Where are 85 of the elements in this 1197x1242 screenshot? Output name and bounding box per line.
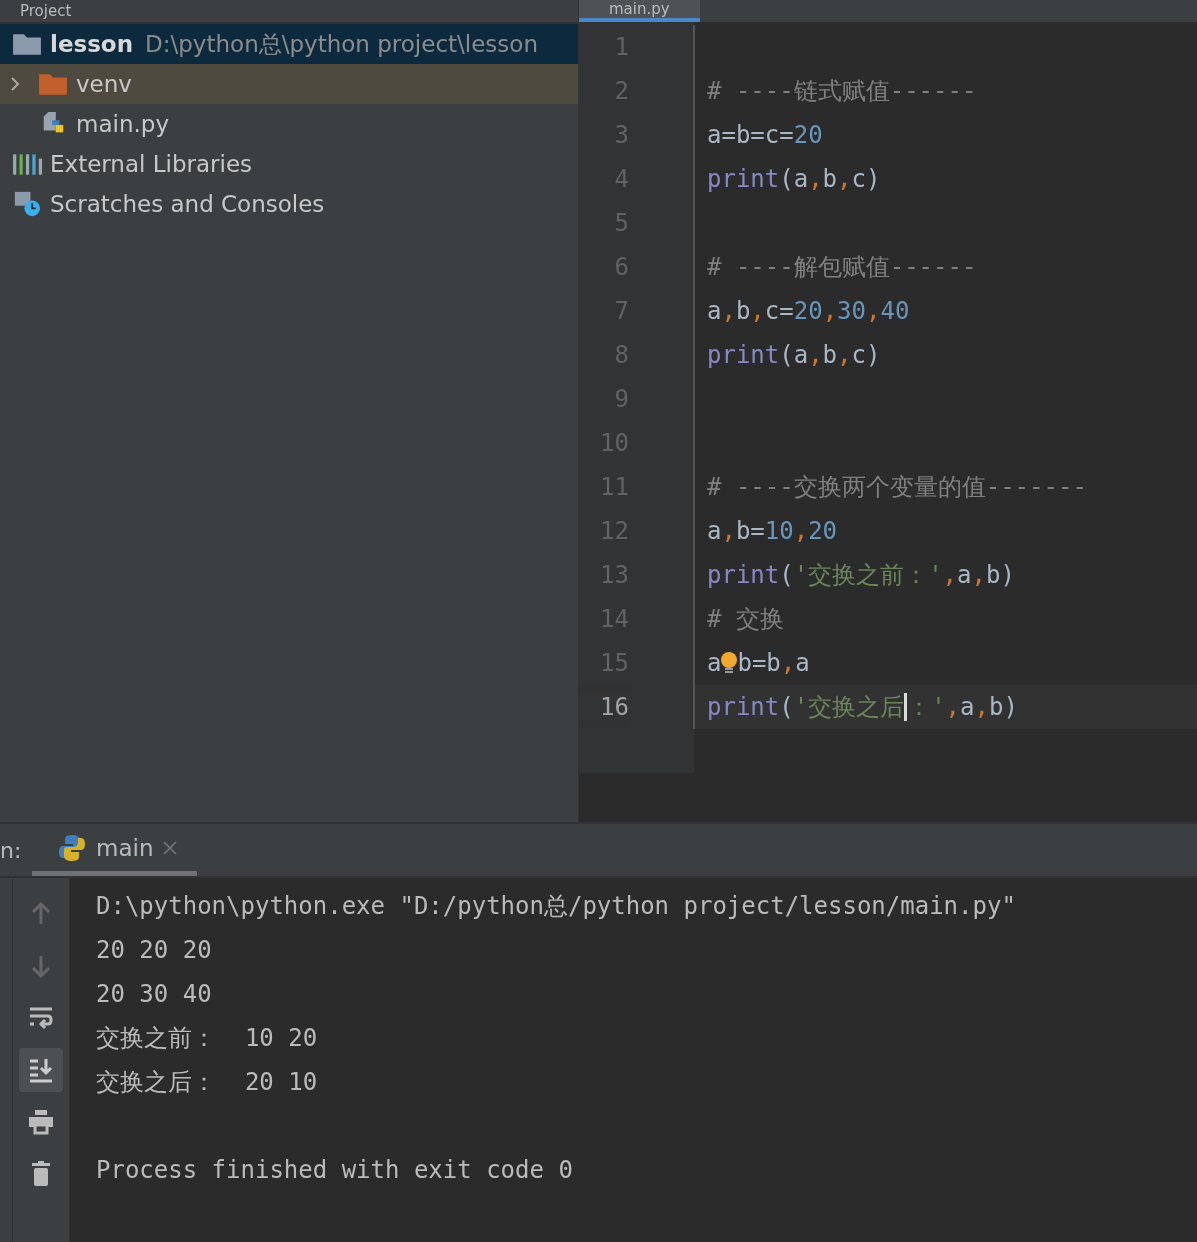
tree-item[interactable]: main.py [0, 104, 578, 144]
code-token: a [795, 649, 810, 677]
console-line: 20 30 40 [96, 980, 212, 1008]
code-token: 40 [880, 297, 910, 325]
python-icon [58, 833, 86, 862]
tree-item[interactable]: lesson D:\python总\python project\lesson [0, 24, 578, 64]
code-token: a=b=c= [707, 121, 794, 149]
console-line: 20 20 20 [96, 936, 212, 964]
tree-item[interactable]: External Libraries [0, 144, 578, 184]
bars-icon [12, 151, 42, 177]
code-token: print [707, 165, 780, 193]
code-token: 10 [764, 517, 794, 545]
code-token: ：' [907, 692, 946, 723]
code-token: , [793, 517, 809, 545]
code-token: # ----解包赋值------ [707, 252, 977, 283]
code-token: , [822, 297, 838, 325]
tab-label: main [96, 834, 154, 861]
code-token: , [942, 561, 958, 589]
item-name: main.py [76, 111, 169, 137]
file-tab[interactable]: main.py [579, 0, 700, 22]
tree-item[interactable]: Scratches and Consoles [0, 184, 578, 224]
code-token: a [957, 561, 972, 589]
code-token: 20 [793, 297, 823, 325]
code-token: a [707, 517, 722, 545]
scroll-to-end-icon [27, 1056, 55, 1084]
code-token: b [735, 297, 751, 325]
code-token: , [974, 693, 989, 721]
code-token: b [822, 165, 838, 193]
code-token: # 交换 [707, 604, 784, 635]
code-token: , [721, 517, 736, 545]
code-token: b= [735, 517, 765, 545]
code-token: a [707, 297, 722, 325]
code-token: # ----链式赋值------ [707, 76, 977, 107]
code-token: print [707, 341, 780, 369]
code-token: , [750, 297, 765, 325]
code-token: 20 [808, 517, 838, 545]
printer-icon [27, 1108, 55, 1136]
code-token: ( [779, 561, 794, 589]
code-token: (a [779, 341, 809, 369]
code-token: , [971, 561, 986, 589]
code-token: , [780, 649, 796, 677]
console-line: 交换之后： 20 10 [96, 1067, 318, 1098]
code-token: print [707, 693, 780, 721]
code-token: 30 [837, 297, 866, 325]
scratch-clock-icon [12, 191, 42, 217]
panel-label: n: [0, 836, 23, 865]
code-token: 20 [793, 121, 823, 149]
toolbar-button[interactable] [19, 1048, 63, 1092]
code-token: b) [988, 693, 1018, 721]
code-token: , [808, 341, 823, 369]
lightbulb-icon[interactable] [721, 651, 738, 675]
item-name: venv [76, 71, 132, 97]
code-token: , [866, 297, 881, 325]
project-path: D:\python总\python project\lesson [145, 29, 538, 59]
code-token: a [707, 649, 722, 677]
code-token: ( [779, 693, 794, 721]
code-token: print [707, 561, 780, 589]
code-token: b) [985, 561, 1015, 589]
item-name: Scratches and Consoles [50, 191, 325, 217]
console-line: Process finished with exit code 0 [96, 1156, 573, 1184]
folder-icon [12, 31, 42, 57]
code-token: '交换之后 [793, 692, 905, 723]
chevron-icon[interactable] [9, 76, 21, 92]
code-token: c= [764, 297, 794, 325]
code-token: , [837, 341, 852, 369]
code-token: (a [779, 165, 809, 193]
folder-icon [38, 71, 68, 97]
code-token: , [808, 165, 823, 193]
code-token: c) [851, 341, 881, 369]
project-name: lesson [50, 31, 134, 57]
code-token: a [960, 693, 975, 721]
code-token: b=b [737, 649, 781, 677]
code-token: , [721, 297, 736, 325]
tree-item[interactable]: venv [0, 64, 578, 104]
console-line: 交换之前： 10 20 [96, 1023, 318, 1054]
code-token: # ----交换两个变量的值------- [707, 472, 1087, 503]
code-token: , [837, 165, 852, 193]
console-line: D:\python\python.exe "D:/python总/python project/lesson/main.py" [96, 891, 1016, 922]
code-token: b [822, 341, 838, 369]
code-token: , [945, 693, 961, 721]
panel-title[interactable]: Project [20, 2, 72, 20]
code-token: '交换之前：' [793, 560, 943, 591]
code-token: c) [851, 165, 881, 193]
item-name: External Libraries [50, 151, 253, 177]
text-cursor [904, 693, 908, 721]
